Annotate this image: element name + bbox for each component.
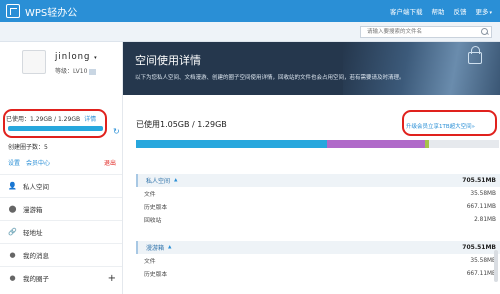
sidebar-item-label: 漫游箱	[23, 206, 43, 214]
page-title: 空间使用详情	[135, 54, 201, 67]
usage-segment-other	[425, 140, 429, 148]
lock-icon	[468, 46, 482, 64]
refresh-icon[interactable]: ↻	[113, 127, 120, 136]
row-label: 文件	[144, 259, 156, 265]
nav-help[interactable]: 帮助	[431, 6, 444, 16]
nav-more[interactable]: 更多▾	[475, 6, 492, 16]
sidebar-item-private-space[interactable]: 👤 私人空间	[0, 174, 122, 197]
section-title: 漫游箱	[146, 245, 165, 252]
settings-link[interactable]: 设置	[8, 160, 20, 167]
sidebar-item-my-circles[interactable]: ● 我的圈子 +	[0, 266, 122, 289]
roaming-icon: ⬤	[8, 205, 17, 213]
row-value: 667.11MB	[466, 203, 496, 210]
nav-client-download[interactable]: 客户端下载	[390, 6, 423, 16]
sidebar-item-label: 轻地址	[23, 229, 43, 237]
usage-progress-bar	[8, 126, 103, 131]
row-label: 回收站	[144, 218, 162, 224]
row-label: 历史版本	[144, 205, 168, 211]
usage-breakdown-bar	[136, 140, 499, 148]
member-center-link[interactable]: 会员中心	[26, 160, 50, 167]
link-icon: 🔗	[8, 228, 17, 236]
highlight-annotation-upgrade	[402, 110, 497, 136]
left-sidebar: jinlong ▾ 等级：LV10 已使用：1.29GB / 1.29GB 详情 …	[0, 42, 123, 294]
list-item: 文件 35.58MB	[136, 254, 500, 267]
search-input[interactable]	[361, 27, 479, 37]
section-private-space: 私人空间 ▲ 705.51MB 文件 35.58MB 历史版本 667.11MB 回收…	[136, 174, 500, 226]
highlight-annotation-usage	[3, 109, 107, 138]
search-icon[interactable]	[479, 27, 491, 37]
sidebar-item-roaming[interactable]: ⬤ 漫游箱	[0, 197, 122, 220]
list-item: 文件 35.58MB	[136, 187, 500, 200]
app-title: WPS轻办公	[25, 7, 78, 19]
scrollbar[interactable]	[494, 250, 498, 282]
search-box	[360, 26, 492, 38]
section-title: 私人空间	[146, 178, 171, 185]
section-header[interactable]: 漫游箱 ▲ 705.51MB	[136, 241, 500, 254]
user-level: 等级：LV10	[55, 66, 97, 75]
row-value: 2.81MB	[474, 216, 496, 223]
sidebar-item-light-address[interactable]: 🔗 轻地址	[0, 220, 122, 243]
circle-count: 创建圈子数：5	[8, 144, 48, 151]
row-value: 667.11MB	[466, 270, 496, 277]
list-item: 历史版本 667.11MB	[136, 267, 500, 280]
username[interactable]: jinlong ▾	[55, 52, 98, 62]
avatar[interactable]	[22, 50, 46, 74]
collapse-arrow-icon[interactable]: ▲	[174, 178, 177, 183]
section-header[interactable]: 私人空间 ▲ 705.51MB	[136, 174, 500, 187]
nav-feedback[interactable]: 反馈	[453, 6, 466, 16]
search-bar-area	[0, 22, 500, 42]
person-icon: 👤	[8, 182, 17, 190]
section-total: 705.51MB	[462, 244, 496, 251]
wps-logo[interactable]: WPS轻办公	[6, 4, 77, 19]
username-text: jinlong	[55, 52, 91, 62]
message-icon: ●	[9, 251, 16, 259]
usage-segment-private	[136, 140, 327, 148]
row-label: 历史版本	[144, 272, 168, 278]
account-links: 设置 会员中心 退出	[8, 158, 120, 167]
sidebar-item-messages[interactable]: ● 我的消息	[0, 243, 122, 266]
section-total: 705.51MB	[462, 177, 496, 184]
top-nav-links: 客户端下载 帮助 反馈 更多▾	[390, 0, 492, 22]
circle-icon: ●	[9, 274, 16, 282]
wps-logo-icon	[6, 4, 20, 18]
header-banner: 空间使用详情 以下为您私人空间、文档漫游、创建的圈子空间使用详情，回收站的文件也…	[123, 42, 500, 95]
main-content: 已使用1.05GB / 1.29GB 升级会员立享1TB超大空间» 私人空间 ▲ …	[123, 95, 500, 294]
chevron-down-icon: ▾	[94, 55, 98, 61]
nav-more-label: 更多	[475, 8, 489, 16]
row-value: 35.58MB	[470, 190, 496, 197]
sidebar-menu: 👤 私人空间 ⬤ 漫游箱 🔗 轻地址 ● 我的消息 ● 我的圈子 +	[0, 174, 122, 289]
sidebar-item-label: 私人空间	[23, 183, 49, 191]
sidebar-item-label: 我的消息	[23, 252, 49, 260]
level-text: 等级：LV10	[55, 68, 88, 75]
used-summary: 已使用1.05GB / 1.29GB	[136, 120, 227, 129]
list-item: 历史版本 667.11MB	[136, 200, 500, 213]
sidebar-item-label: 我的圈子	[23, 275, 49, 283]
section-roaming: 漫游箱 ▲ 705.51MB 文件 35.58MB 历史版本 667.11MB	[136, 241, 500, 280]
add-circle-icon[interactable]: +	[108, 273, 116, 284]
list-item: 回收站 2.81MB	[136, 213, 500, 226]
vip-badge-icon	[89, 68, 97, 75]
row-label: 文件	[144, 192, 156, 198]
usage-segment-roaming	[327, 140, 425, 148]
collapse-arrow-icon[interactable]: ▲	[168, 245, 171, 250]
chevron-down-icon: ▾	[489, 10, 492, 16]
banner-description: 以下为您私人空间、文档漫游、创建的圈子空间使用详情，回收站的文件也会占用空间，若…	[135, 75, 405, 81]
logout-link[interactable]: 退出	[104, 158, 116, 167]
row-value: 35.58MB	[470, 257, 496, 264]
top-navigation-bar: WPS轻办公 客户端下载 帮助 反馈 更多▾	[0, 0, 500, 22]
